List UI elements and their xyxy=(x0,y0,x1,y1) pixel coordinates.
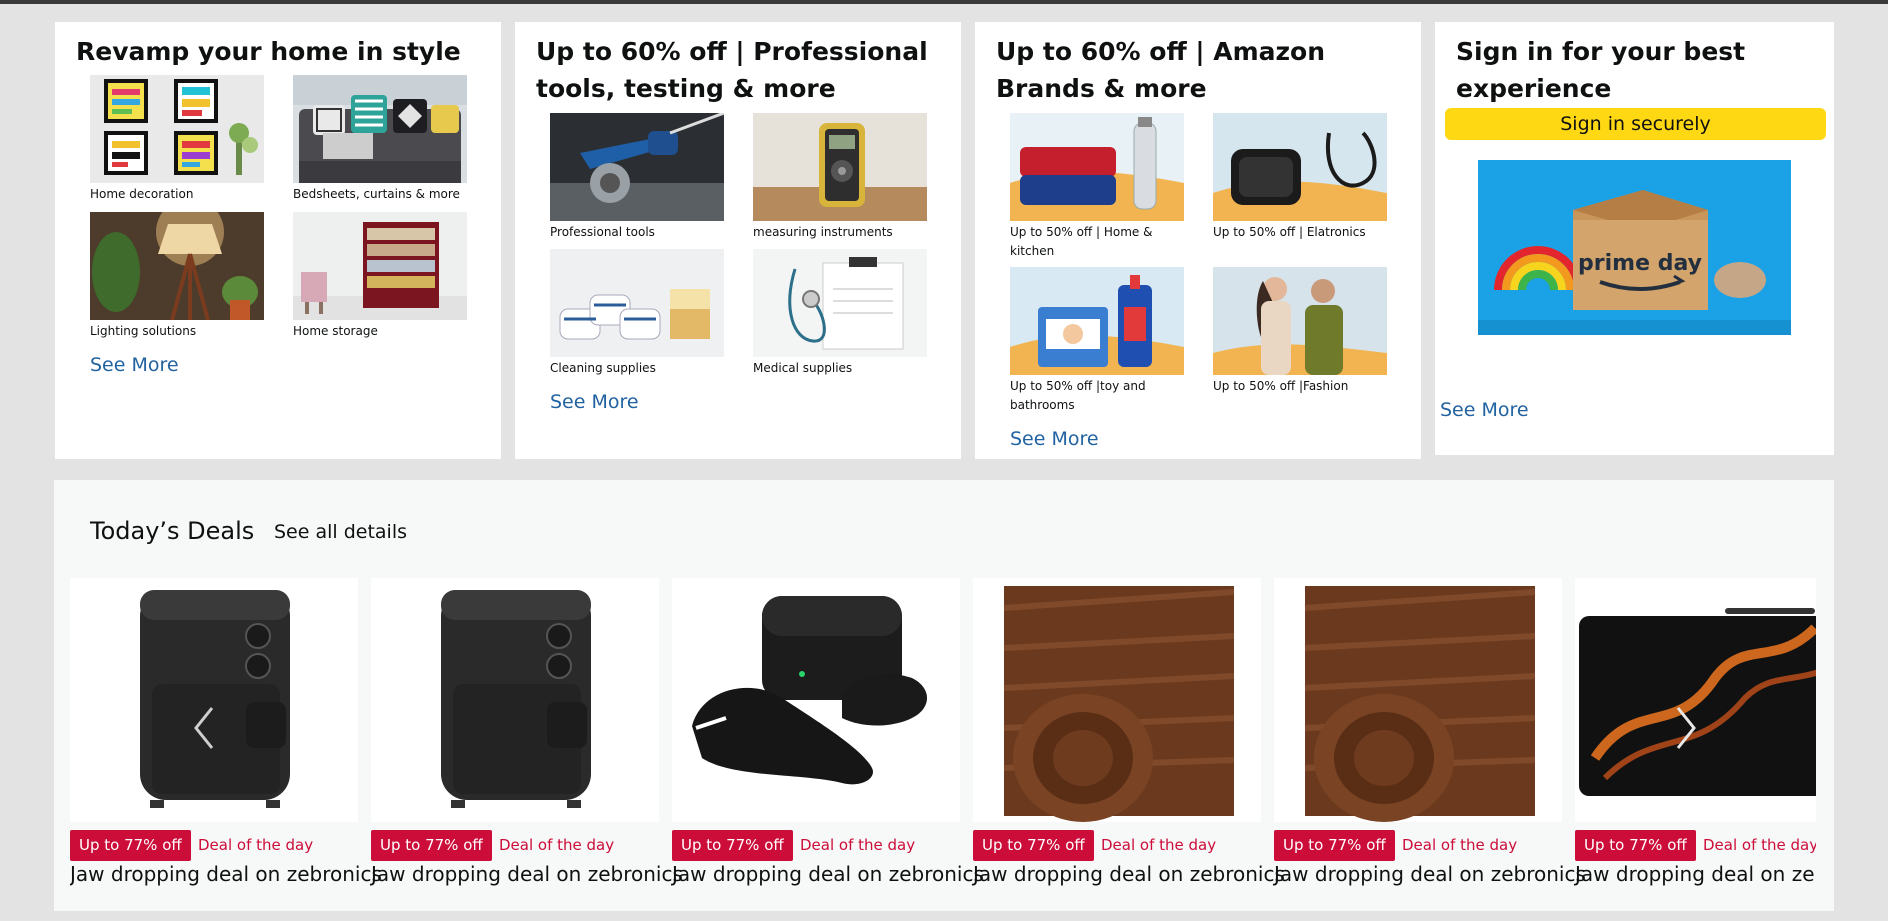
card-signin: Sign in for your best experience Sign in… xyxy=(1435,22,1834,455)
deal-title[interactable]: Jaw dropping deal on zebronics xyxy=(1274,862,1586,886)
deal-title[interactable]: Jaw dropping deal on zebronics xyxy=(371,862,683,886)
tile-lighting[interactable]: Lighting solutions xyxy=(90,212,264,341)
tile-caption: Home decoration xyxy=(90,187,194,201)
card-amazon-brands: Up to 60% off | Amazon Brands & more Up … xyxy=(975,22,1421,459)
chevron-right-icon xyxy=(1676,707,1696,749)
discount-badge: Up to 77% off xyxy=(70,830,191,861)
electronics-image xyxy=(1213,113,1387,221)
tile-cleaning-supplies[interactable]: Cleaning supplies xyxy=(550,249,724,378)
sign-in-button[interactable]: Sign in securely xyxy=(1445,108,1826,140)
deal-card[interactable]: Up to 77% off Deal of the day Jaw droppi… xyxy=(672,578,984,890)
tile-measuring-instruments[interactable]: measuring instruments xyxy=(753,113,927,242)
deals-title: Today’s Deals xyxy=(90,517,255,545)
top-bar xyxy=(0,0,1888,4)
professional-tools-image xyxy=(550,113,724,221)
discount-badge: Up to 77% off xyxy=(973,830,1094,861)
tile-caption: Up to 50% off |toy and bathrooms xyxy=(1010,379,1146,412)
earbuds-image xyxy=(672,578,960,822)
toy-bathrooms-image xyxy=(1010,267,1184,375)
discount-badge: Up to 77% off xyxy=(1575,830,1696,861)
discount-badge: Up to 77% off xyxy=(672,830,793,861)
card-home-style: Revamp your home in style Home decoratio… xyxy=(55,22,501,459)
tile-medical-supplies[interactable]: Medical supplies xyxy=(753,249,927,378)
tile-caption: Professional tools xyxy=(550,225,655,239)
card-title: Revamp your home in style xyxy=(76,37,461,66)
deal-title[interactable]: Jaw dropping deal on zebronics xyxy=(1575,862,1816,886)
prime-day-text: prime day xyxy=(1578,251,1702,276)
carousel-next-arrow[interactable] xyxy=(1666,698,1706,758)
deal-of-the-day-label: Deal of the day xyxy=(800,836,916,854)
tile-caption: Up to 50% off | Elatronics xyxy=(1213,225,1366,239)
tile-caption: Up to 50% off | Home & kitchen xyxy=(1010,225,1153,258)
tile-caption: measuring instruments xyxy=(753,225,893,239)
wood-wallpaper-image xyxy=(1274,578,1562,822)
tile-caption: Lighting solutions xyxy=(90,324,197,338)
deal-card[interactable]: Up to 77% off Deal of the day Jaw droppi… xyxy=(1274,578,1586,890)
wood-wallpaper-image xyxy=(973,578,1261,822)
carousel-prev-arrow[interactable] xyxy=(184,698,224,758)
deal-title[interactable]: Jaw dropping deal on zebronics xyxy=(672,862,984,886)
card-title: Up to 60% off | Amazon Brands & more xyxy=(996,37,1326,103)
card-professional-tools: Up to 60% off | Professional tools, test… xyxy=(515,22,961,459)
tile-caption: Bedsheets, curtains & more xyxy=(293,187,460,201)
home-kitchen-image xyxy=(1010,113,1184,221)
deal-of-the-day-label: Deal of the day xyxy=(1703,836,1816,854)
deal-title[interactable]: Jaw dropping deal on zebronics xyxy=(70,862,382,886)
deal-of-the-day-label: Deal of the day xyxy=(1101,836,1217,854)
tile-bedsheets[interactable]: Bedsheets, curtains & more xyxy=(293,75,467,204)
air-fryer-image xyxy=(371,578,659,822)
todays-deals-section: Today’s Deals See all details Up to 77% … xyxy=(54,480,1834,911)
home-storage-image xyxy=(293,212,467,320)
bedsheets-image xyxy=(293,75,467,183)
tile-home-decoration[interactable]: Home decoration xyxy=(90,75,264,204)
card-title: Sign in for your best experience xyxy=(1456,37,1746,103)
see-all-details-link[interactable]: See all details xyxy=(274,521,407,543)
measuring-instruments-image xyxy=(753,113,927,221)
card-title: Up to 60% off | Professional tools, test… xyxy=(536,37,928,103)
deals-carousel[interactable]: Up to 77% off Deal of the day Jaw droppi… xyxy=(70,578,1816,890)
tile-fashion[interactable]: Up to 50% off |Fashion xyxy=(1213,267,1387,396)
chevron-left-icon xyxy=(194,707,214,749)
deal-of-the-day-label: Deal of the day xyxy=(1402,836,1518,854)
see-more-link[interactable]: See More xyxy=(1010,428,1099,450)
tile-caption: Up to 50% off |Fashion xyxy=(1213,379,1349,393)
fashion-image xyxy=(1213,267,1387,375)
deal-card[interactable]: Up to 77% off Deal of the day Jaw droppi… xyxy=(371,578,683,890)
deal-card[interactable]: Up to 77% off Deal of the day Jaw droppi… xyxy=(973,578,1285,890)
medical-supplies-image xyxy=(753,249,927,357)
tile-electronics[interactable]: Up to 50% off | Elatronics xyxy=(1213,113,1387,242)
discount-badge: Up to 77% off xyxy=(1274,830,1395,861)
discount-badge: Up to 77% off xyxy=(371,830,492,861)
tile-caption: Home storage xyxy=(293,324,378,338)
tile-caption: Cleaning supplies xyxy=(550,361,656,375)
deal-of-the-day-label: Deal of the day xyxy=(499,836,615,854)
tile-toy-bathrooms[interactable]: Up to 50% off |toy and bathrooms xyxy=(1010,267,1184,415)
tile-home-storage[interactable]: Home storage xyxy=(293,212,467,341)
tile-caption: Medical supplies xyxy=(753,361,853,375)
prime-day-banner[interactable]: prime day xyxy=(1478,160,1791,335)
tile-professional-tools[interactable]: Professional tools xyxy=(550,113,724,242)
see-more-link[interactable]: See More xyxy=(90,354,179,376)
deal-of-the-day-label: Deal of the day xyxy=(198,836,314,854)
home-decoration-image xyxy=(90,75,264,183)
see-more-link[interactable]: See More xyxy=(1440,399,1529,421)
deal-title[interactable]: Jaw dropping deal on zebronics xyxy=(973,862,1285,886)
cleaning-supplies-image xyxy=(550,249,724,357)
lighting-image xyxy=(90,212,264,320)
tile-home-kitchen[interactable]: Up to 50% off | Home & kitchen xyxy=(1010,113,1184,261)
see-more-link[interactable]: See More xyxy=(550,391,639,413)
